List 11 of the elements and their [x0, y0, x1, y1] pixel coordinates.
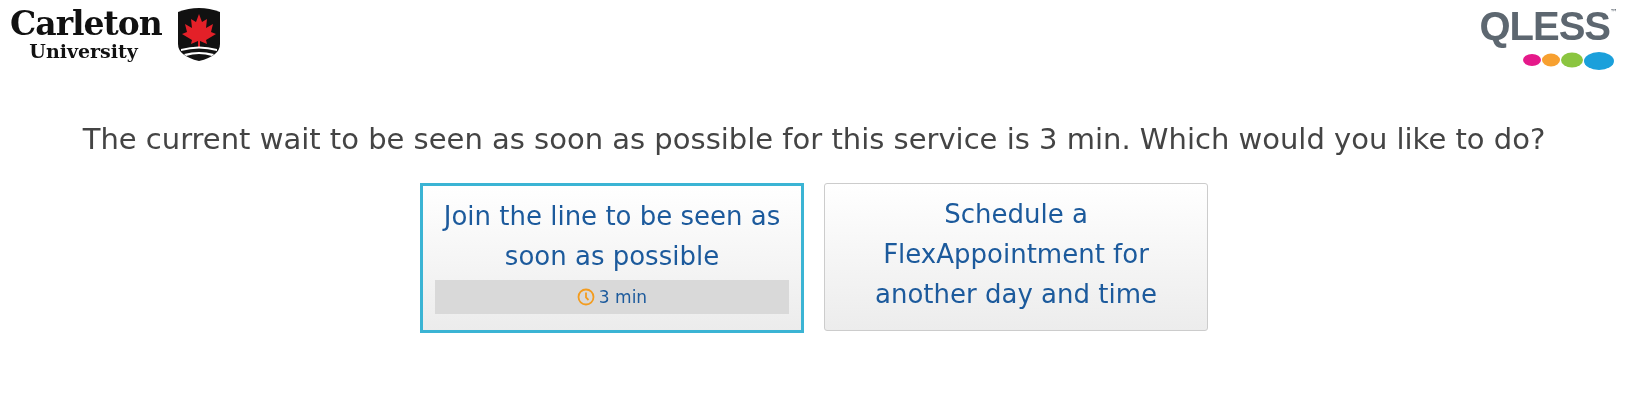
option-button[interactable]: Join the line to be seen as soon as possible 3 min — [420, 183, 804, 333]
option-button[interactable]: Schedule a FlexAppointment for another day and time — [824, 183, 1208, 331]
logo-name: Carleton — [10, 7, 162, 40]
logo-subtitle: University — [29, 42, 138, 61]
logo-name: QLESS — [1479, 6, 1610, 46]
dots-icon — [1522, 50, 1616, 72]
trademark-mark: ™ — [1610, 8, 1618, 17]
shield-icon — [175, 6, 222, 62]
clock-icon — [576, 288, 595, 306]
wait-message: The current wait to be seen as soon as possible for this service is 3 min. Which would you like to do? — [81, 121, 1547, 158]
wait-time: 3 min — [598, 288, 648, 306]
